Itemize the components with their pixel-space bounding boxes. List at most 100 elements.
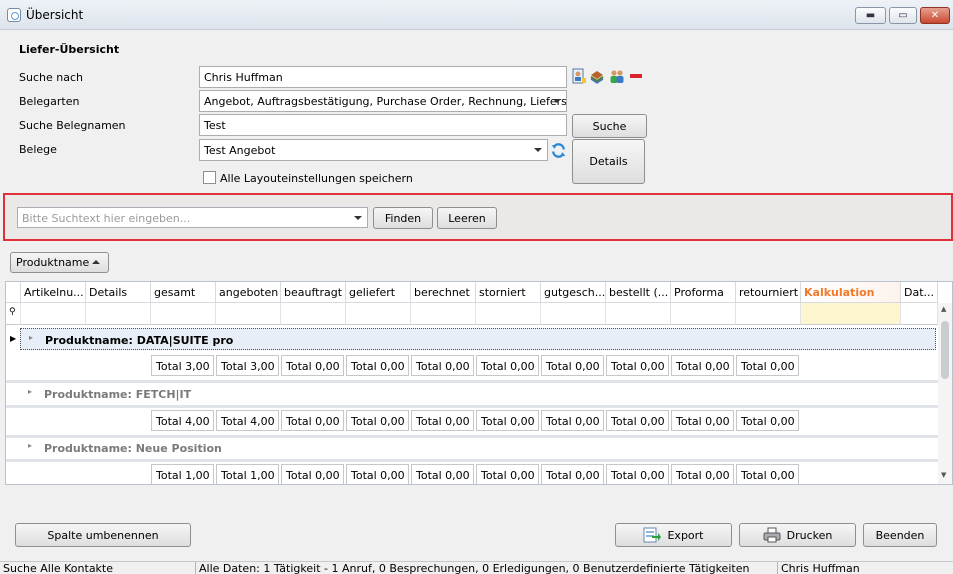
column-header[interactable]: gesamt	[151, 282, 216, 303]
maximize-button[interactable]: ▭	[889, 7, 917, 24]
total-cell: Total 0,00	[671, 355, 734, 376]
rename-column-button[interactable]: Spalte umbenennen	[15, 523, 191, 547]
column-header[interactable]: storniert	[476, 282, 541, 303]
scroll-down-icon[interactable]: ▼	[941, 471, 946, 479]
group-row[interactable]: ▸ Produktname: DATA|SUITE pro	[20, 328, 936, 350]
filter-cell-kalkulation[interactable]	[801, 303, 901, 325]
doc-types-value: Angebot, Auftragsbestätigung, Purchase O…	[204, 95, 567, 108]
scroll-up-icon[interactable]: ▲	[941, 305, 946, 313]
docs-select[interactable]: Test Angebot	[199, 139, 548, 161]
title-bar: Übersicht ▬ ▭ ✕	[0, 0, 953, 30]
scrollbar-thumb[interactable]	[941, 321, 949, 379]
total-cell: Total 0,00	[736, 410, 799, 431]
column-header[interactable]: Artikelnu...	[21, 282, 86, 303]
details-button[interactable]: Details	[572, 139, 645, 184]
total-cell: Total 0,00	[606, 464, 669, 484]
column-header[interactable]: Proforma	[671, 282, 736, 303]
filter-cell[interactable]	[606, 303, 671, 325]
save-layout-checkbox[interactable]	[203, 171, 216, 184]
total-cell: Total 0,00	[606, 410, 669, 431]
total-cell: Total 0,00	[411, 464, 474, 484]
doc-name-label: Suche Belegnamen	[19, 119, 126, 132]
find-panel: Bitte Suchtext hier eingeben... Finden L…	[3, 193, 953, 241]
column-header[interactable]: beauftragt	[281, 282, 346, 303]
column-header[interactable]: angeboten	[216, 282, 281, 303]
close-button[interactable]: Beenden	[863, 523, 937, 547]
group-by-produktname[interactable]: Produktname	[10, 252, 109, 273]
doc-types-select[interactable]: Angebot, Auftragsbestätigung, Purchase O…	[199, 90, 567, 112]
group-row[interactable]: ▸ Produktname: Neue Position	[20, 437, 936, 459]
filter-cell[interactable]	[151, 303, 216, 325]
clear-button[interactable]: Leeren	[437, 207, 497, 229]
total-cell: Total 3,00	[216, 355, 279, 376]
expand-icon[interactable]: ▸	[28, 387, 32, 396]
remove-icon[interactable]	[628, 68, 644, 84]
vertical-scrollbar[interactable]: ▲ ▼	[938, 303, 952, 484]
column-header[interactable]: gutgesch...	[541, 282, 606, 303]
minimize-button[interactable]: ▬	[855, 7, 886, 24]
filter-cell[interactable]	[411, 303, 476, 325]
total-cell: Total 0,00	[346, 464, 409, 484]
refresh-icon[interactable]	[550, 142, 567, 159]
filter-row-indicator: ⚲	[6, 303, 21, 325]
status-bar: Suche Alle Kontakte Alle Daten: 1 Tätigk…	[0, 561, 953, 574]
focused-row-indicator: ▶	[10, 334, 17, 343]
total-cell: Total 0,00	[476, 355, 539, 376]
total-cell: Total 1,00	[151, 464, 214, 484]
printer-icon	[763, 527, 781, 543]
group-label: Produktname: Neue Position	[44, 442, 222, 455]
group-label: Produktname: DATA|SUITE pro	[45, 334, 234, 347]
find-placeholder: Bitte Suchtext hier eingeben...	[22, 212, 191, 225]
search-by-label: Suche nach	[19, 71, 83, 84]
column-header[interactable]: berechnet	[411, 282, 476, 303]
filter-cell[interactable]	[21, 303, 86, 325]
group-row[interactable]: ▸ Produktname: FETCH|IT	[20, 383, 936, 405]
doc-name-input[interactable]: Test	[199, 114, 567, 136]
column-header[interactable]: Dat...	[901, 282, 938, 303]
export-button[interactable]: Export	[615, 523, 732, 547]
total-cell: Total 0,00	[411, 355, 474, 376]
column-header[interactable]: retourniert	[736, 282, 801, 303]
expand-icon[interactable]: ▸	[28, 441, 32, 450]
people-icon[interactable]	[609, 68, 625, 84]
total-cell: Total 0,00	[736, 355, 799, 376]
column-header-kalkulation[interactable]: Kalkulation	[801, 282, 901, 303]
search-button[interactable]: Suche	[572, 114, 647, 138]
sort-up-icon	[92, 260, 100, 264]
books-icon[interactable]	[589, 68, 605, 84]
total-cell: Total 0,00	[671, 410, 734, 431]
filter-cell[interactable]	[476, 303, 541, 325]
column-header[interactable]: bestellt (...	[606, 282, 671, 303]
total-cell: Total 4,00	[151, 410, 214, 431]
find-input[interactable]: Bitte Suchtext hier eingeben...	[17, 207, 368, 228]
group-separator	[6, 405, 941, 408]
contact-card-icon[interactable]	[571, 68, 587, 84]
filter-cell[interactable]	[86, 303, 151, 325]
filter-cell[interactable]	[671, 303, 736, 325]
status-middle: Alle Daten: 1 Tätigkeit - 1 Anruf, 0 Bes…	[196, 562, 778, 574]
status-right: Chris Huffman	[781, 562, 860, 574]
total-cell: Total 0,00	[346, 355, 409, 376]
filter-cell[interactable]	[346, 303, 411, 325]
window: Übersicht ▬ ▭ ✕ Liefer-Übersicht Suche n…	[0, 0, 953, 574]
filter-cell[interactable]	[736, 303, 801, 325]
total-cell: Total 0,00	[281, 464, 344, 484]
print-button[interactable]: Drucken	[739, 523, 856, 547]
data-grid[interactable]: Artikelnu... Details gesamt angeboten be…	[5, 281, 953, 485]
chevron-down-icon	[354, 216, 362, 220]
filter-cell[interactable]	[281, 303, 346, 325]
expand-icon[interactable]: ▸	[29, 333, 33, 342]
total-cell: Total 0,00	[476, 410, 539, 431]
find-button[interactable]: Finden	[373, 207, 433, 229]
search-by-field[interactable]: Chris Huffman	[199, 66, 567, 88]
total-cell: Total 1,00	[216, 464, 279, 484]
close-window-button[interactable]: ✕	[920, 7, 950, 24]
filter-cell[interactable]	[901, 303, 938, 325]
filter-cell[interactable]	[216, 303, 281, 325]
total-cell: Total 3,00	[151, 355, 214, 376]
status-left: Suche Alle Kontakte	[0, 562, 196, 574]
filter-cell[interactable]	[541, 303, 606, 325]
total-cell: Total 0,00	[606, 355, 669, 376]
column-header[interactable]: Details	[86, 282, 151, 303]
column-header[interactable]: geliefert	[346, 282, 411, 303]
